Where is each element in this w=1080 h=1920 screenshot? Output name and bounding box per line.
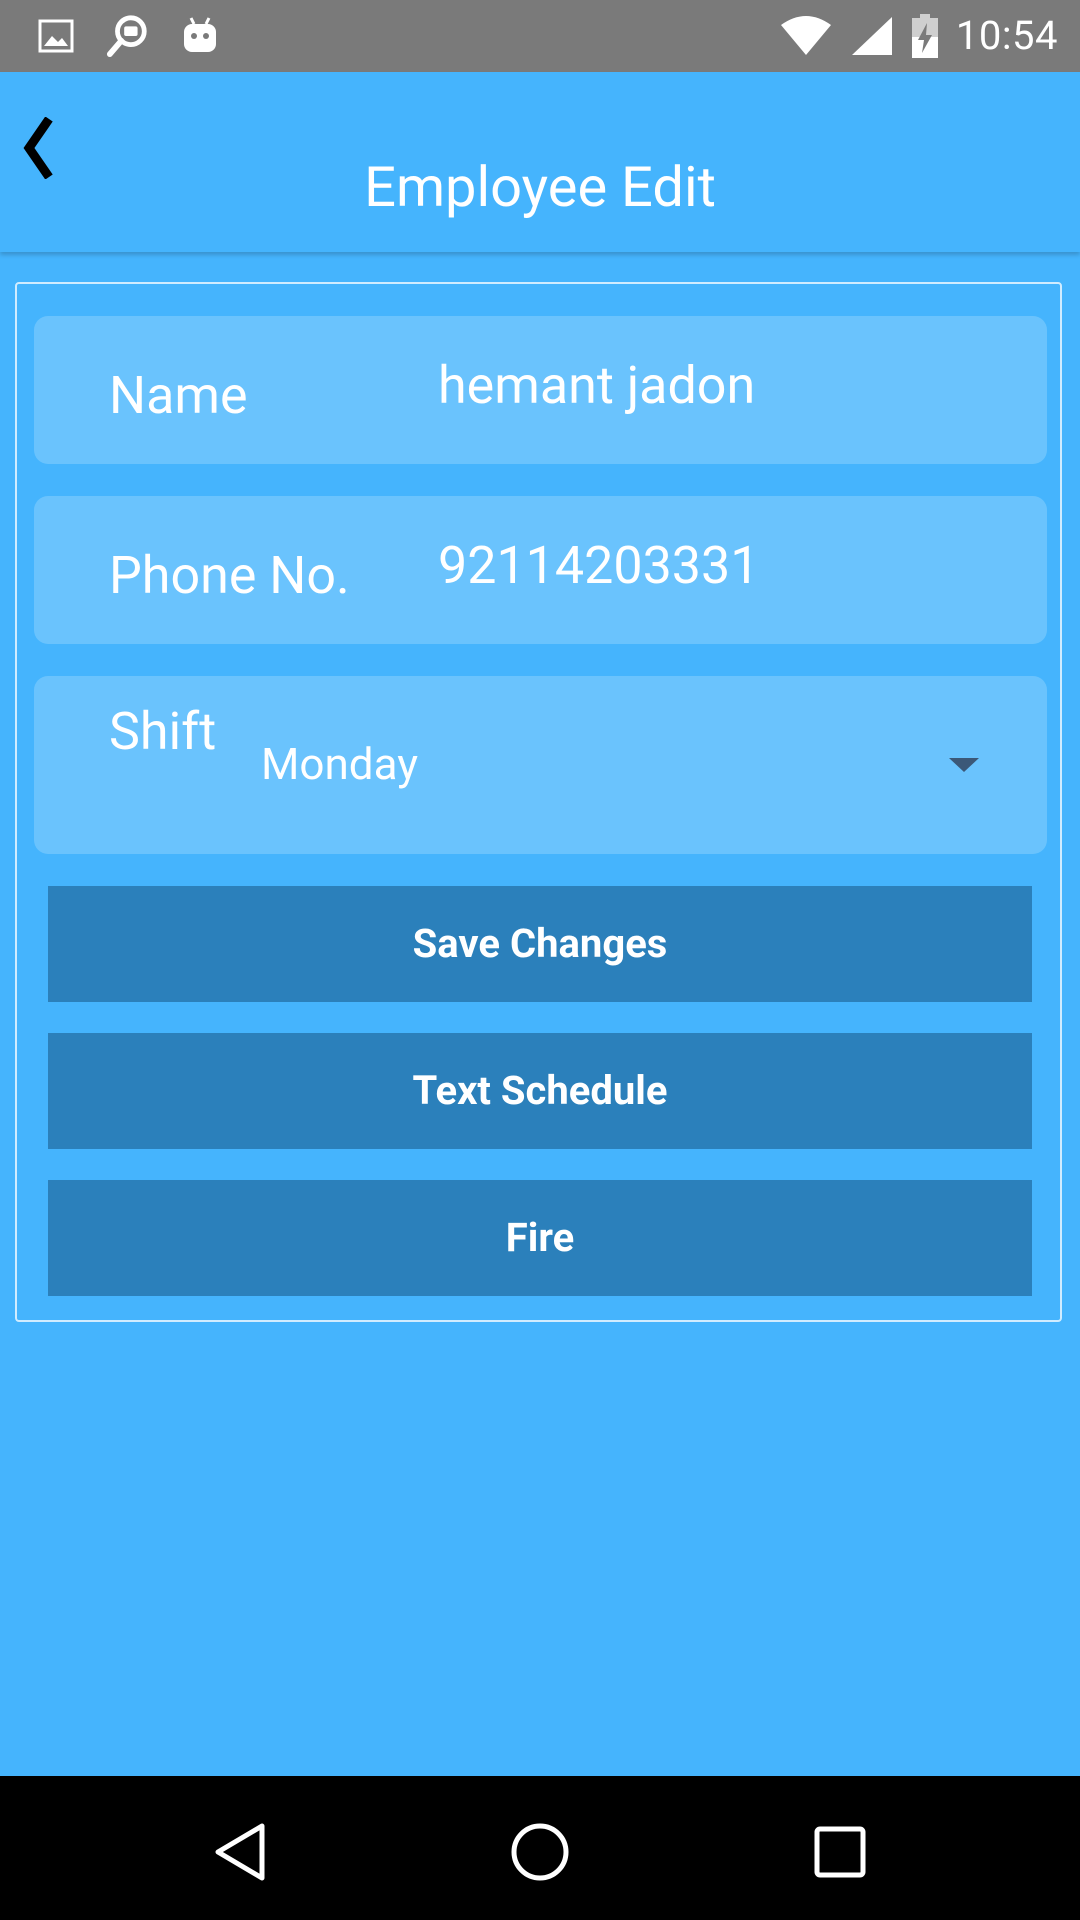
name-input[interactable] (438, 356, 998, 416)
status-bar-notifications (34, 12, 222, 60)
clock: 10:54 (955, 12, 1058, 59)
cell-signal-icon (850, 12, 894, 60)
recents-square-icon (814, 1826, 866, 1878)
gallery-icon (34, 12, 78, 60)
name-label: Name (109, 365, 248, 426)
android-icon (178, 12, 222, 60)
home-circle-icon (511, 1823, 569, 1881)
shift-field: Shift Monday (34, 676, 1047, 854)
chevron-down-icon (949, 758, 979, 772)
nav-recents-button[interactable] (800, 1812, 880, 1892)
wifi-icon (778, 12, 834, 60)
page-title: Employee Edit (364, 154, 716, 220)
save-changes-button[interactable]: Save Changes (48, 886, 1032, 1002)
nav-home-button[interactable] (500, 1812, 580, 1892)
system-nav-bar (0, 1776, 1080, 1920)
back-triangle-icon (215, 1823, 265, 1881)
search-notification-icon (106, 12, 150, 60)
fire-button[interactable]: Fire (48, 1180, 1032, 1296)
shift-selected-value: Monday (261, 738, 419, 790)
employee-form-card: Name Phone No. Shift Monday Save Changes… (15, 282, 1062, 1322)
shift-select[interactable]: Monday (244, 716, 1034, 826)
nav-back-button[interactable] (200, 1812, 280, 1892)
phone-field: Phone No. (34, 496, 1047, 644)
text-schedule-button[interactable]: Text Schedule (48, 1033, 1032, 1149)
name-field: Name (34, 316, 1047, 464)
battery-charging-icon (910, 12, 940, 60)
app-bar: Employee Edit (0, 72, 1080, 252)
phone-label: Phone No. (109, 545, 350, 606)
shift-label: Shift (109, 701, 217, 762)
phone-input[interactable] (438, 536, 998, 596)
status-bar: 10:54 (0, 0, 1080, 72)
status-bar-system: 10:54 (778, 10, 1058, 62)
